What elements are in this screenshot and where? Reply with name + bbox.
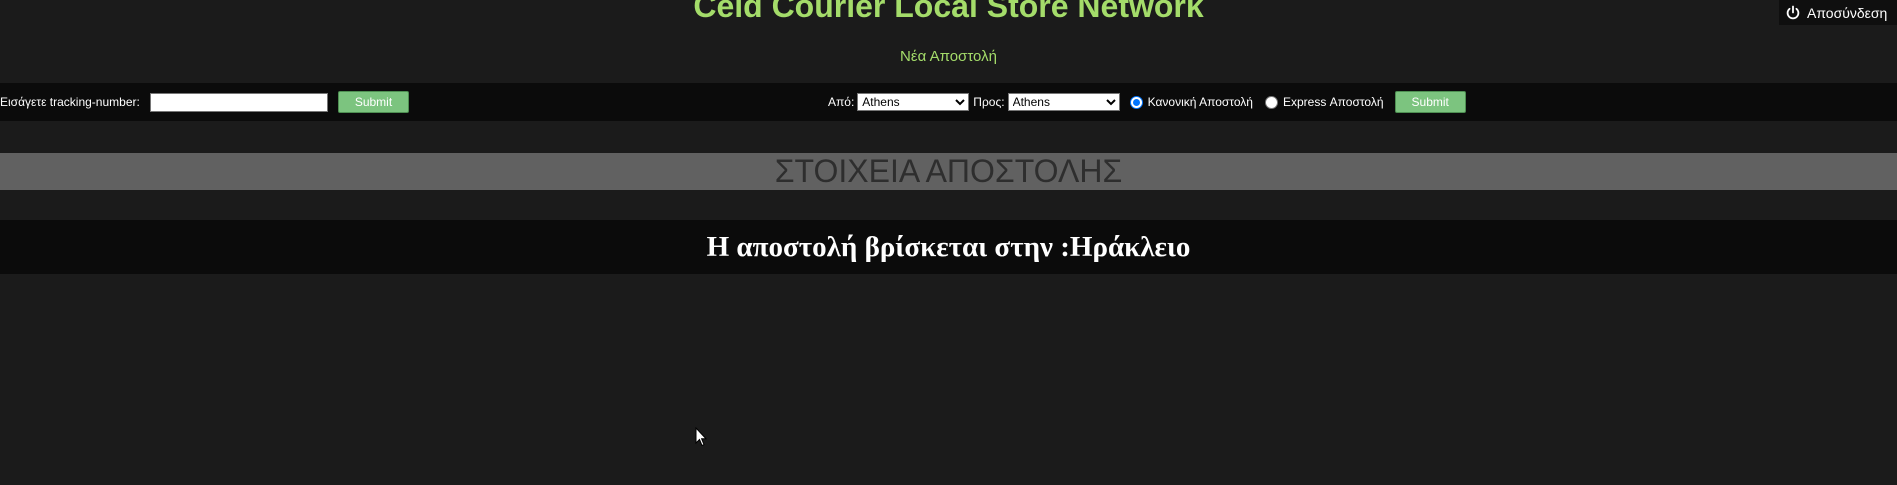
standard-shipment-label: Κανονική Αποστολή <box>1147 95 1253 109</box>
toolbar: Εισάγετε tracking-number: Submit Από: At… <box>0 83 1897 121</box>
tracking-label: Εισάγετε tracking-number: <box>0 95 140 109</box>
logout-label: Αποσύνδεση <box>1807 4 1888 21</box>
status-bar: Η αποστολή βρίσκεται στην :Ηράκλειο <box>0 220 1897 274</box>
logout-button[interactable]: Αποσύνδεση <box>1779 0 1897 25</box>
express-shipment-radio[interactable] <box>1264 95 1278 109</box>
to-label: Προς: <box>973 95 1005 109</box>
section-heading: ΣΤΟΙΧΕΙΑ ΑΠΟΣΤΟΛΗΣ <box>0 153 1897 190</box>
new-shipment-form: Από: Athens Προς: Athens Κανονική Αποστο… <box>828 83 1466 121</box>
from-label: Από: <box>828 95 855 109</box>
tracking-number-input[interactable] <box>149 92 328 112</box>
shipment-submit-button[interactable]: Submit <box>1394 91 1466 113</box>
standard-shipment-radio[interactable] <box>1129 95 1143 109</box>
to-select[interactable]: Athens <box>1007 93 1120 111</box>
from-select[interactable]: Athens <box>857 93 970 111</box>
tracking-form: Εισάγετε tracking-number: Submit <box>0 83 410 121</box>
page: Ceid Courier Local Store Network Νέα Απο… <box>0 0 1897 485</box>
mouse-cursor-icon <box>695 427 707 447</box>
tracking-submit-button[interactable]: Submit <box>337 91 410 113</box>
power-icon <box>1786 5 1800 19</box>
new-shipment-link[interactable]: Νέα Αποστολή <box>0 47 1897 67</box>
shipment-status-message: Η αποστολή βρίσκεται στην :Ηράκλειο <box>706 231 1191 263</box>
site-title: Ceid Courier Local Store Network <box>693 0 1204 24</box>
express-shipment-label: Express Αποστολή <box>1282 95 1384 109</box>
